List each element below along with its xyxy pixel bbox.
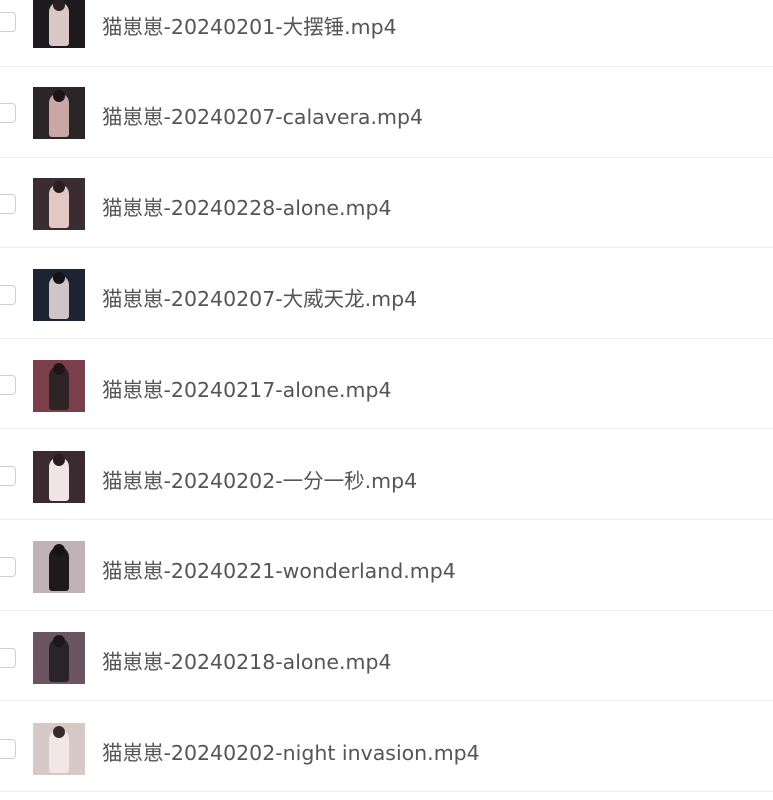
file-row[interactable]: 猫崽崽-20240217-alone.mp4 [0, 339, 773, 429]
row-checkbox[interactable] [0, 12, 16, 32]
file-name[interactable]: 猫崽崽-20240202-night invasion.mp4 [102, 736, 480, 766]
file-name[interactable]: 猫崽崽-20240207-大威天龙.mp4 [102, 282, 417, 312]
file-name[interactable]: 猫崽崽-20240207-calavera.mp4 [102, 100, 423, 130]
row-checkbox[interactable] [0, 285, 16, 305]
row-checkbox[interactable] [0, 194, 16, 214]
file-name[interactable]: 猫崽崽-20240218-alone.mp4 [102, 645, 392, 675]
file-name[interactable]: 猫崽崽-20240221-wonderland.mp4 [102, 554, 456, 584]
thumbnail-head [53, 726, 65, 738]
file-list: 猫崽崽-20240201-大摆锤.mp4 猫崽崽-20240207-calave… [0, 0, 773, 800]
video-thumbnail[interactable] [33, 0, 85, 48]
video-thumbnail[interactable] [33, 269, 85, 321]
row-checkbox[interactable] [0, 375, 16, 395]
file-row[interactable]: 猫崽崽-20240201-大摆锤.mp4 [0, 0, 773, 67]
row-checkbox[interactable] [0, 466, 16, 486]
file-name[interactable]: 猫崽崽-20240202-一分一秒.mp4 [102, 464, 417, 494]
file-row[interactable]: 猫崽崽-20240207-calavera.mp4 [0, 68, 773, 158]
thumbnail-head [53, 363, 65, 375]
row-checkbox[interactable] [0, 557, 16, 577]
file-name[interactable]: 猫崽崽-20240201-大摆锤.mp4 [102, 10, 397, 40]
file-row[interactable]: 猫崽崽-20240207-大威天龙.mp4 [0, 249, 773, 339]
video-thumbnail[interactable] [33, 87, 85, 139]
thumbnail-head [53, 454, 65, 466]
video-thumbnail[interactable] [33, 360, 85, 412]
thumbnail-head [53, 90, 65, 102]
video-thumbnail[interactable] [33, 723, 85, 775]
row-checkbox[interactable] [0, 739, 16, 759]
row-checkbox[interactable] [0, 103, 16, 123]
file-row[interactable]: 猫崽崽-20240228-alone.mp4 [0, 158, 773, 248]
file-row[interactable]: 猫崽崽-20240221-wonderland.mp4 [0, 521, 773, 611]
thumbnail-head [53, 635, 65, 647]
thumbnail-head [53, 181, 65, 193]
video-thumbnail[interactable] [33, 451, 85, 503]
video-thumbnail[interactable] [33, 541, 85, 593]
thumbnail-head [53, 544, 65, 556]
video-thumbnail[interactable] [33, 632, 85, 684]
thumbnail-head [53, 272, 65, 284]
file-row[interactable]: 猫崽崽-20240202-一分一秒.mp4 [0, 430, 773, 520]
file-row[interactable]: 猫崽崽-20240218-alone.mp4 [0, 611, 773, 701]
file-name[interactable]: 猫崽崽-20240228-alone.mp4 [102, 191, 392, 221]
file-name[interactable]: 猫崽崽-20240217-alone.mp4 [102, 373, 392, 403]
video-thumbnail[interactable] [33, 178, 85, 230]
file-row[interactable]: 猫崽崽-20240202-night invasion.mp4 [0, 702, 773, 792]
row-checkbox[interactable] [0, 648, 16, 668]
